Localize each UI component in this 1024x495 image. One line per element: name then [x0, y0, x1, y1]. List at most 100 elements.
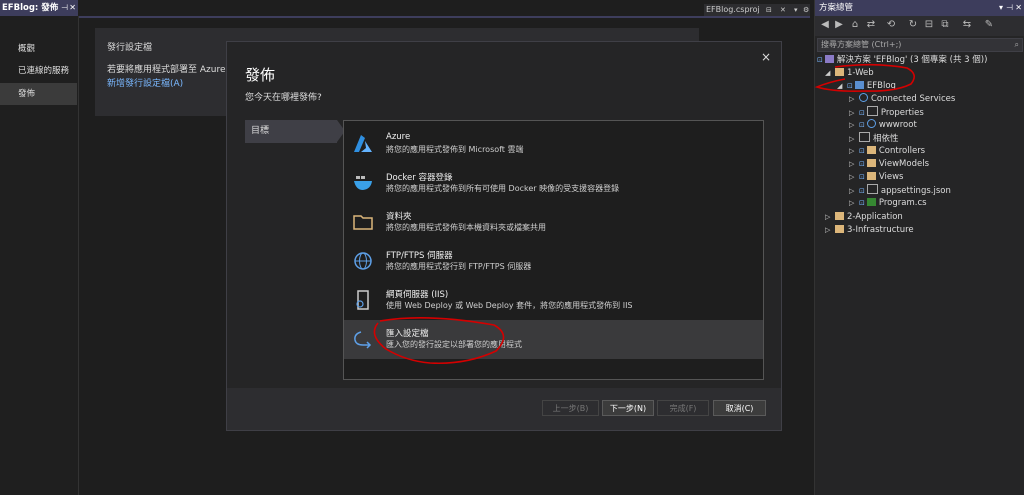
csharp-file-icon — [866, 198, 876, 206]
collapsed-icon[interactable]: ▷ — [849, 197, 859, 210]
tree-label: 相依性 — [873, 134, 899, 144]
solution-explorer-title: 方案總管 ▾ ⊣ ✕ — [815, 0, 1024, 16]
folder-icon — [353, 215, 373, 230]
tree-label: ViewModels — [878, 159, 929, 169]
collapse-icon[interactable]: ⊟ — [923, 19, 935, 31]
annotation-circle — [814, 63, 915, 92]
gear-icon[interactable]: ⚙ — [803, 4, 809, 16]
finish-button[interactable]: 完成(F) — [657, 400, 709, 416]
folder-icon — [835, 225, 844, 233]
copy-icon[interactable]: ⧉ — [939, 19, 951, 31]
switch-view-icon[interactable]: ⇄ — [865, 19, 877, 31]
tree-node-controllers[interactable]: ▷ ⊡ Controllers — [849, 145, 925, 158]
tree-label: appsettings.json — [880, 186, 951, 196]
close-icon[interactable]: ✕ — [69, 0, 76, 16]
tree-label: Program.cs — [878, 198, 927, 208]
editor-accent-line — [78, 16, 810, 18]
folder-icon — [835, 212, 844, 220]
solution-explorer: 方案總管 ▾ ⊣ ✕ ◀ ▶ ⌂ ⇄ ⟲ ↻ ⊟ ⧉ ⇆ ✎ 搜尋方案總管 (C… — [814, 0, 1024, 495]
nav-item-connected-services[interactable]: 已連線的服務 — [0, 60, 77, 82]
refresh-icon[interactable]: ↻ — [907, 19, 919, 31]
file-tab-title: EFBlog.csproj — [706, 5, 760, 14]
option-name: FTP/FTPS 伺服器 — [386, 251, 453, 261]
option-name: Docker 容器登錄 — [386, 173, 453, 183]
lock-icon: ⊡ — [859, 160, 865, 168]
tree-node-appsettings[interactable]: ▷ ⊡ appsettings.json — [849, 184, 951, 197]
pin-icon[interactable]: ⊣ — [1006, 0, 1013, 16]
step-target[interactable]: 目標 — [245, 120, 345, 143]
option-docker[interactable]: Docker 容器登錄 將您的應用程式發佈到所有可使用 Docker 映像的受支… — [344, 164, 763, 203]
add-profile-link[interactable]: 新增發行設定檔(A) — [107, 76, 183, 89]
collapsed-icon[interactable]: ▷ — [849, 145, 859, 158]
history-icon[interactable]: ⟲ — [885, 19, 897, 31]
tree-node-3-infrastructure[interactable]: ▷ 3-Infrastructure — [825, 224, 914, 237]
dialog-close-button[interactable]: × — [761, 50, 771, 64]
collapsed-icon[interactable]: ▷ — [825, 224, 835, 237]
folder-icon — [866, 172, 876, 180]
collapsed-icon[interactable]: ▷ — [849, 158, 859, 171]
csproj-file-tab[interactable]: EFBlog.csproj ⊟ ✕ ▾ ⚙ — [704, 4, 810, 16]
panel-title: 發行設定檔 — [107, 43, 153, 53]
collapsed-icon[interactable]: ▷ — [849, 119, 859, 132]
chevron-down-icon[interactable]: ▾ — [999, 0, 1003, 16]
option-azure[interactable]: Azure 將您的應用程式發佈到 Microsoft 雲端 — [344, 125, 763, 164]
dialog-subtitle: 您今天在哪裡發佈? — [245, 93, 322, 103]
tree-node-views[interactable]: ▷ ⊡ Views — [849, 171, 903, 184]
back-button[interactable]: 上一步(B) — [542, 400, 599, 416]
search-input[interactable]: 搜尋方案總管 (Ctrl+;) ⌕ — [817, 38, 1023, 52]
lock-icon: ⊡ — [859, 187, 865, 195]
tree-node-dependencies[interactable]: ▷ 相依性 — [849, 132, 899, 145]
option-folder[interactable]: 資料夾 將您的應用程式發佈到本機資料夾或檔案共用 — [344, 203, 763, 242]
next-button[interactable]: 下一步(N) — [602, 400, 654, 416]
chevron-down-icon[interactable]: ▾ — [794, 4, 798, 16]
nav-item-publish[interactable]: 發佈 — [0, 83, 77, 105]
tree-label: 3-Infrastructure — [847, 225, 914, 235]
cancel-button[interactable]: 取消(C) — [713, 400, 766, 416]
lock-icon: ⊡ — [859, 147, 865, 155]
tree-label: Properties — [880, 108, 924, 118]
azure-icon — [354, 135, 372, 152]
search-placeholder: 搜尋方案總管 (Ctrl+;) — [821, 40, 902, 49]
lock-icon: ⊡ — [859, 109, 865, 117]
properties-icon — [866, 106, 878, 116]
panel-title: 方案總管 — [819, 3, 854, 13]
close-icon[interactable]: ✕ — [780, 4, 786, 16]
nav-item-overview[interactable]: 概觀 — [0, 38, 77, 60]
tree-node-wwwroot[interactable]: ▷ ⊡ wwwroot — [849, 119, 917, 132]
pin-icon[interactable]: ⊣ — [61, 0, 68, 16]
folder-icon — [866, 146, 876, 154]
option-desc: 將您的應用程式發佈到所有可使用 Docker 映像的受支援容器登錄 — [386, 184, 620, 193]
tree-node-2-application[interactable]: ▷ 2-Application — [825, 211, 903, 224]
tree-node-properties[interactable]: ▷ ⊡ Properties — [849, 106, 924, 119]
publish-nav: 概觀 已連線的服務 發佈 — [0, 16, 79, 495]
home-icon[interactable]: ⌂ — [849, 19, 861, 31]
option-ftp[interactable]: FTP/FTPS 伺服器 將您的應用程式發行到 FTP/FTPS 伺服器 — [344, 242, 763, 281]
sync-icon[interactable]: ⇆ — [961, 19, 973, 31]
wrench-icon[interactable]: ✎ — [983, 19, 995, 31]
target-options-list: Azure 將您的應用程式發佈到 Microsoft 雲端 Docker 容器登… — [343, 120, 764, 380]
option-desc: 將您的應用程式發行到 FTP/FTPS 伺服器 — [386, 262, 532, 271]
tree-label: Views — [878, 172, 904, 182]
close-icon[interactable]: ✕ — [1015, 0, 1022, 16]
pin-icon[interactable]: ⊟ — [766, 4, 772, 16]
tab-title: EFBlog: 發佈 — [2, 3, 59, 13]
annotation-circle — [373, 317, 505, 365]
forward-icon[interactable]: ▶ — [833, 19, 845, 31]
dependencies-icon — [859, 132, 870, 142]
tree-node-viewmodels[interactable]: ▷ ⊡ ViewModels — [849, 158, 929, 171]
solution-explorer-toolbar: ◀ ▶ ⌂ ⇄ ⟲ ↻ ⊟ ⧉ ⇆ ✎ — [815, 16, 1024, 36]
option-name: Azure — [386, 132, 411, 142]
docker-icon — [354, 176, 372, 190]
tree-label: wwwroot — [878, 120, 917, 130]
collapsed-icon[interactable]: ▷ — [849, 171, 859, 184]
back-icon[interactable]: ◀ — [819, 19, 831, 31]
tree-node-program[interactable]: ▷ ⊡ Program.cs — [849, 197, 927, 210]
dialog-footer: 上一步(B) 下一步(N) 完成(F) 取消(C) — [227, 388, 781, 430]
tree-label: Controllers — [878, 146, 926, 156]
lock-icon: ⊡ — [859, 173, 865, 181]
server-icon — [356, 290, 369, 310]
lock-icon: ⊡ — [859, 199, 865, 207]
collapsed-icon[interactable]: ▷ — [825, 211, 835, 224]
panel-text: 若要將應用程式部署至 Azure、II — [107, 65, 240, 75]
publish-document-tab[interactable]: EFBlog: 發佈 ⊣ ✕ — [0, 0, 78, 16]
